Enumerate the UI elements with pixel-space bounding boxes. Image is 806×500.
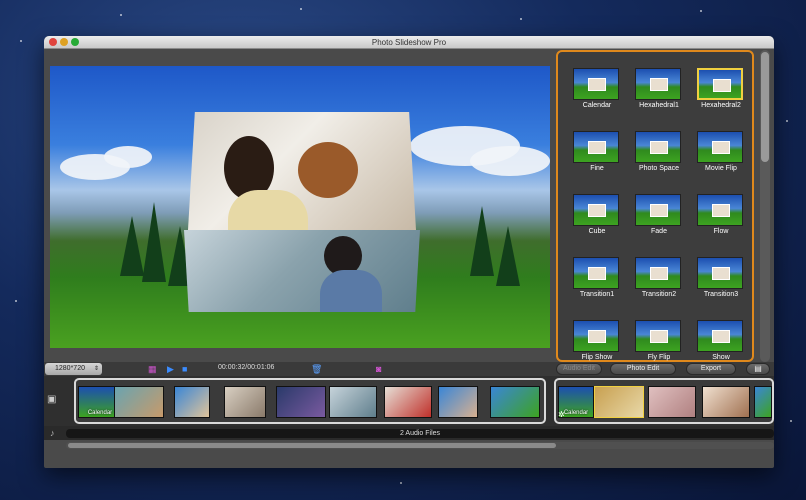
- effect-hexahedral2[interactable]: Hexahedral2: [690, 64, 752, 118]
- timeline-clip[interactable]: [174, 386, 210, 418]
- timeline-clip[interactable]: [754, 386, 772, 418]
- resolution-select[interactable]: 1280*720 ⇕: [45, 363, 102, 375]
- effect-thumbnail: [697, 257, 743, 289]
- timeline-clip[interactable]: [224, 386, 266, 418]
- effect-thumbnail: [573, 68, 619, 100]
- timeline-clip[interactable]: [276, 386, 326, 418]
- cube-face-bottom-photo: [184, 230, 420, 312]
- effect-label: Calendar: [582, 102, 612, 109]
- trash-icon[interactable]: 🗑: [311, 364, 322, 374]
- play-icon[interactable]: ▶: [167, 364, 174, 374]
- effect-transition3[interactable]: Transition3: [690, 253, 752, 307]
- cube-face-top-photo: [188, 112, 416, 230]
- effect-label: Transition3: [703, 291, 739, 298]
- effect-fine[interactable]: Fine: [566, 127, 628, 181]
- effect-photo-space[interactable]: Photo Space: [628, 127, 690, 181]
- effect-flow[interactable]: Flow: [690, 190, 752, 244]
- effect-thumbnail: [635, 257, 681, 289]
- effect-movie-flip[interactable]: Movie Flip: [690, 127, 752, 181]
- effect-thumbnail: [697, 320, 743, 352]
- timeline-clip[interactable]: [384, 386, 432, 418]
- effect-thumbnail: [635, 68, 681, 100]
- minimize-window-button[interactable]: [60, 38, 68, 46]
- gear-icon[interactable]: ✲: [558, 410, 565, 419]
- effect-thumbnail: [697, 194, 743, 226]
- resolution-value: 1280*720: [55, 365, 85, 372]
- timeline-clip[interactable]: [329, 386, 377, 418]
- effect-thumbnail: [573, 257, 619, 289]
- effect-label: Flow: [713, 228, 729, 235]
- effect-thumbnail: [697, 131, 743, 163]
- effect-label: Photo Space: [638, 165, 680, 172]
- effects-scrollbar[interactable]: [760, 50, 770, 362]
- effect-thumbnail: [697, 68, 743, 100]
- effect-thumbnail: [573, 320, 619, 352]
- time-display: 00:00:32/00:01:06: [218, 364, 275, 371]
- effect-label: Fly Flip: [647, 354, 671, 361]
- close-window-button[interactable]: [49, 38, 57, 46]
- effects-panel: Calendar Hexahedral1 Hexahedral2 Fine Ph…: [556, 50, 754, 362]
- effect-label: Movie Flip: [705, 165, 737, 172]
- photo-strip: Calendar: [74, 378, 546, 424]
- photo-edit-button[interactable]: Photo Edit: [610, 363, 676, 375]
- effect-thumbnail: [635, 131, 681, 163]
- timeline-clip[interactable]: [490, 386, 540, 418]
- effects-scroll-thumb[interactable]: [761, 52, 769, 162]
- effect-label: Hexahedral1: [639, 102, 679, 109]
- effect-label: Transition2: [641, 291, 677, 298]
- updown-arrows-icon: ⇕: [93, 366, 99, 372]
- timeline-clip[interactable]: [438, 386, 478, 418]
- audio-row: ♪ 2 Audio Files: [44, 426, 774, 440]
- effect-label: Cube: [588, 228, 606, 235]
- timeline: ▣ Calendar Calendar ✲: [44, 376, 774, 426]
- effect-transition2[interactable]: Transition2: [628, 253, 690, 307]
- effect-thumbnail: [635, 194, 681, 226]
- film-clip-icon[interactable]: ▦: [148, 364, 157, 374]
- zoom-window-button[interactable]: [71, 38, 79, 46]
- app-window: Photo Slideshow Pro Calendar Hexahedral1…: [44, 36, 774, 468]
- playback-controls: 1280*720 ⇕ ▦ ▶ ■ 00:00:32/00:01:06 🗑 ◙ A…: [44, 362, 774, 376]
- window-title: Photo Slideshow Pro: [371, 38, 447, 47]
- title-bar: Photo Slideshow Pro: [44, 36, 774, 49]
- add-photo-icon[interactable]: ▣: [47, 394, 56, 405]
- timeline-clip[interactable]: [702, 386, 750, 418]
- slideshow-preview[interactable]: [50, 66, 550, 348]
- effect-fade[interactable]: Fade: [628, 190, 690, 244]
- effect-thumbnail: [573, 131, 619, 163]
- settings-icon[interactable]: ▤: [746, 363, 770, 375]
- timeline-clip[interactable]: [594, 386, 644, 418]
- effect-label: Transition1: [579, 291, 615, 298]
- timeline-clip[interactable]: [648, 386, 696, 418]
- effect-cube[interactable]: Cube: [566, 190, 628, 244]
- export-button[interactable]: Export: [686, 363, 736, 375]
- effect-thumbnail: [635, 320, 681, 352]
- effect-thumbnail: [573, 194, 619, 226]
- timeline-scroll-thumb[interactable]: [68, 443, 556, 448]
- transition-strip: Calendar ✲: [554, 378, 774, 424]
- effect-label: Show: [712, 354, 730, 361]
- audio-track[interactable]: 2 Audio Files: [66, 429, 774, 438]
- effect-label: Flip Show: [581, 354, 613, 361]
- timeline-clip[interactable]: [114, 386, 164, 418]
- audio-files-label: 2 Audio Files: [399, 430, 441, 437]
- effect-calendar[interactable]: Calendar: [566, 64, 628, 118]
- camera-icon[interactable]: ◙: [376, 364, 381, 374]
- music-note-icon[interactable]: ♪: [50, 428, 55, 438]
- effect-label: Fade: [651, 228, 667, 235]
- timeline-scrollbar[interactable]: [66, 442, 774, 449]
- audio-edit-button[interactable]: Audio Edit: [556, 363, 602, 375]
- effect-label: Fine: [590, 165, 604, 172]
- effect-hexahedral1[interactable]: Hexahedral1: [628, 64, 690, 118]
- effect-transition1[interactable]: Transition1: [566, 253, 628, 307]
- stop-icon[interactable]: ■: [182, 364, 187, 374]
- effect-label: Hexahedral2: [701, 102, 741, 109]
